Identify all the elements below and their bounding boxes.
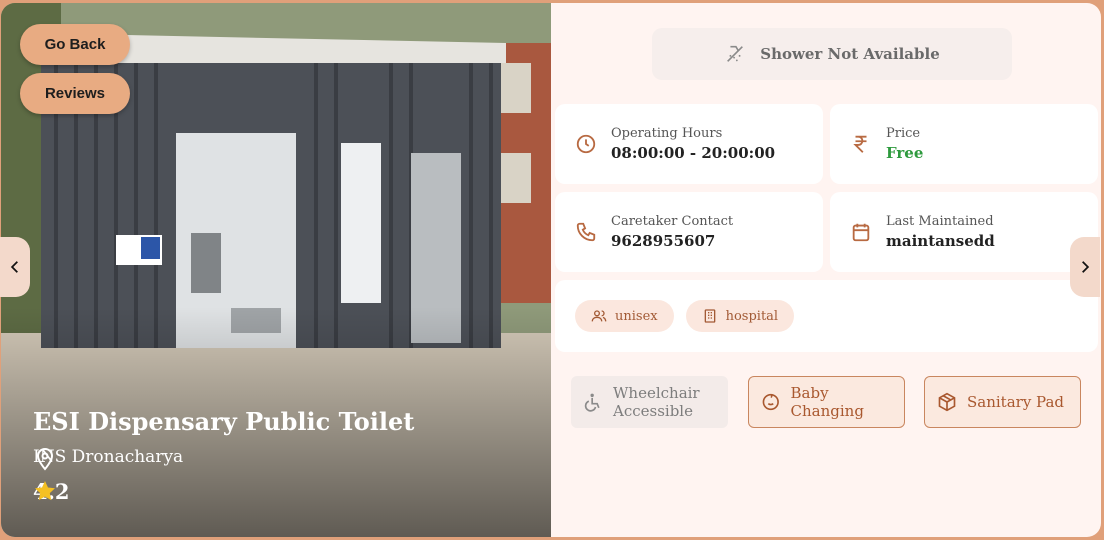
amenity-sanitary-pad-label: Sanitary Pad [967, 393, 1065, 411]
calendar-icon [852, 223, 870, 242]
tag-unisex: unisex [575, 300, 674, 332]
amenity-wheelchair-line1: Wheelchair [613, 384, 700, 402]
price-label: Price [886, 126, 921, 141]
users-icon [591, 310, 607, 322]
operating-hours-value: 08:00:00 - 20:00:00 [611, 144, 776, 162]
chevron-right-icon [1082, 261, 1090, 273]
next-image-button[interactable] [1070, 237, 1100, 297]
baby-icon [762, 393, 779, 411]
tag-unisex-label: unisex [615, 308, 658, 324]
operating-hours-card: Operating Hours 08:00:00 - 20:00:00 [555, 104, 823, 184]
shower-status: Shower Not Available [652, 28, 1012, 80]
tag-hospital-label: hospital [725, 308, 779, 324]
previous-image-button[interactable] [0, 237, 30, 297]
building-icon [704, 309, 715, 323]
price-card: Price Free [830, 104, 1098, 184]
shower-off-icon [727, 45, 744, 62]
last-maintained-value: maintansedd [886, 232, 995, 250]
place-title: ESI Dispensary Public Toilet [33, 407, 415, 436]
caretaker-contact-card[interactable]: Caretaker Contact 9628955607 [555, 192, 823, 272]
caretaker-contact-value[interactable]: 9628955607 [611, 232, 733, 250]
shower-status-label: Shower Not Available [760, 45, 940, 63]
tag-hospital: hospital [685, 300, 795, 332]
go-back-button[interactable]: Go Back [20, 24, 130, 65]
clock-icon [576, 134, 596, 154]
last-maintained-card: Last Maintained maintansedd [830, 192, 1098, 272]
rupee-icon [853, 135, 867, 153]
amenity-wheelchair: Wheelchair Accessible [571, 376, 728, 428]
star-icon [35, 481, 55, 501]
place-rating: 4.2 [33, 479, 70, 504]
caretaker-contact-label: Caretaker Contact [611, 214, 734, 229]
phone-icon [576, 222, 596, 242]
location-pin-icon [36, 447, 54, 471]
amenity-wheelchair-line2: Accessible [613, 402, 693, 420]
amenity-baby-changing-label: Baby Changing [790, 384, 864, 420]
operating-hours-label: Operating Hours [611, 126, 723, 141]
tags-row: unisex hospital [555, 280, 1098, 352]
price-value: Free [886, 144, 924, 162]
place-location: INS Dronacharya [33, 447, 183, 471]
last-maintained-label: Last Maintained [886, 214, 994, 229]
wheelchair-icon [584, 393, 600, 412]
amenity-wheelchair-label: Wheelchair Accessible [613, 384, 700, 420]
toilet-detail-card: Go Back Reviews ESI Dispensary Public To… [1, 3, 1101, 537]
toilet-photo: Go Back Reviews ESI Dispensary Public To… [1, 3, 551, 537]
amenity-sanitary-pad: Sanitary Pad [924, 376, 1081, 428]
reviews-button[interactable]: Reviews [20, 73, 130, 114]
amenity-baby-changing: Baby Changing [748, 376, 905, 428]
package-icon [938, 392, 956, 412]
chevron-left-icon [10, 261, 18, 273]
